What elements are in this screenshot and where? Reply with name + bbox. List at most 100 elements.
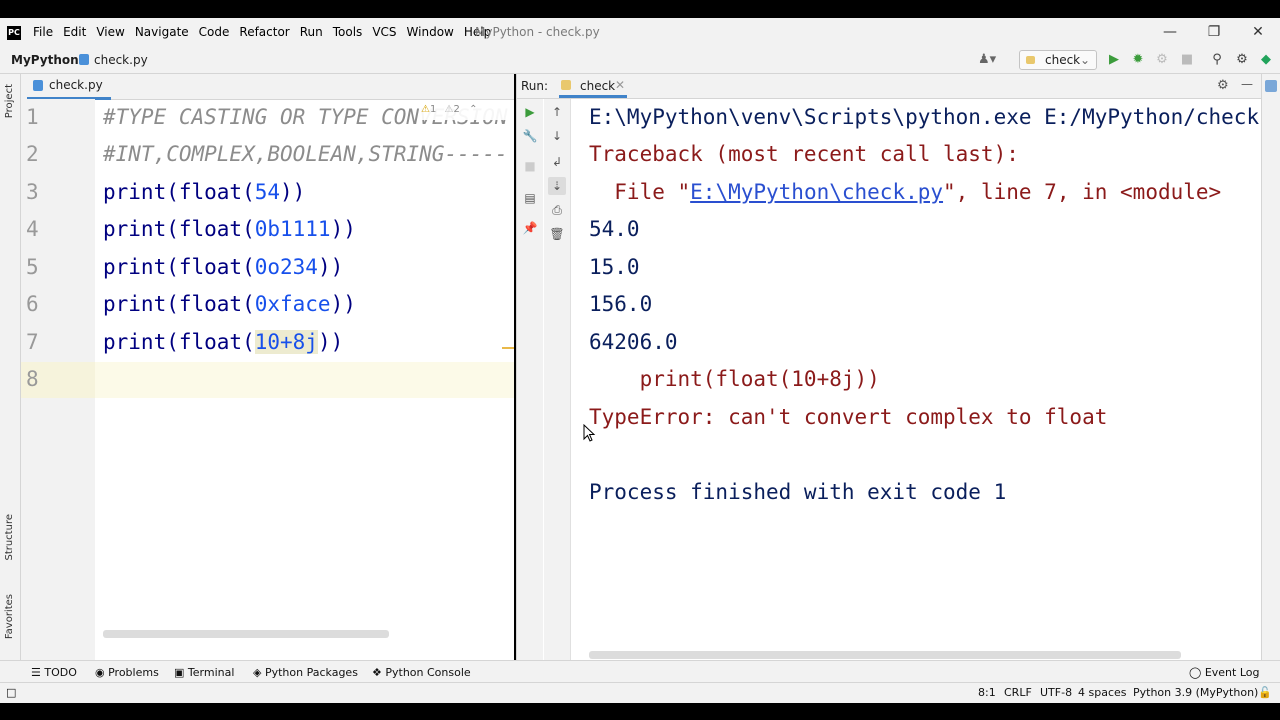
code-text: print(float( [103, 180, 255, 204]
menu-view[interactable]: View [96, 25, 124, 39]
chevron-up-icon[interactable]: ⌃ [469, 104, 477, 115]
run-icon[interactable]: ▶ [1105, 51, 1123, 69]
layout-icon[interactable]: ▤ [521, 189, 539, 207]
run-toolbar-secondary: ↑ ↓ ↲ ⇣ ⎙ 🗑 [544, 99, 571, 660]
lock-icon[interactable]: 🔓 [1258, 686, 1272, 699]
code-text: print(float( [103, 330, 255, 354]
console-traceback: Traceback (most recent call last): [589, 142, 1019, 166]
inspection-widget[interactable]: ⚠1 ⚠2 ⌃ [421, 104, 511, 120]
scm-icon[interactable] [1265, 80, 1277, 92]
menu-code[interactable]: Code [199, 25, 230, 39]
code-line-5[interactable]: print(float(0o234)) [103, 255, 343, 279]
trash-icon[interactable]: 🗑 [548, 225, 566, 243]
minimize-icon[interactable]: — [1160, 22, 1180, 42]
code-line-3[interactable]: print(float(54)) [103, 180, 305, 204]
main-menu: File Edit View Navigate Code Refactor Ru… [33, 25, 501, 39]
coverage-icon[interactable]: ⚙ [1153, 51, 1171, 69]
menu-refactor[interactable]: Refactor [239, 25, 289, 39]
indent-setting[interactable]: 4 spaces [1078, 686, 1127, 699]
python-config-icon [1026, 56, 1035, 64]
stop-icon[interactable]: ■ [521, 157, 539, 175]
problems-tab[interactable]: ◉ Problems [95, 666, 159, 679]
code-text: print(float( [103, 292, 255, 316]
problems-label: Problems [108, 666, 159, 679]
debug-icon[interactable]: ✹ [1129, 51, 1147, 69]
problems-icon: ◉ [95, 666, 105, 679]
chevron-down-icon: ⌄ [1080, 53, 1091, 67]
status-bar: □ 8:1 CRLF UTF-8 4 spaces Python 3.9 (My… [0, 682, 1280, 703]
line-number: 7 [26, 330, 39, 354]
soft-wrap-icon[interactable]: ↲ [548, 153, 566, 171]
stop-icon[interactable]: ■ [1178, 51, 1196, 69]
code-line-4[interactable]: print(float(0b1111)) [103, 217, 356, 241]
favorites-tool-tab[interactable]: Favorites [4, 594, 15, 639]
terminal-tab[interactable]: ▣ Terminal [174, 666, 234, 679]
python-console-tab[interactable]: ❖ Python Console [372, 666, 471, 679]
scroll-to-end-icon[interactable]: ⇣ [548, 177, 566, 195]
wrench-icon[interactable]: 🔧 [521, 127, 539, 145]
line-separator[interactable]: CRLF [1004, 686, 1032, 699]
code-line-7[interactable]: print(float(10+8j)) [103, 330, 343, 354]
toggle-panels-icon[interactable]: □ [6, 686, 16, 699]
editor-tab-check[interactable]: check.py [27, 74, 111, 100]
restore-icon[interactable]: ❐ [1204, 22, 1224, 42]
code-line-6[interactable]: print(float(0xface)) [103, 292, 356, 316]
event-log-tab[interactable]: ◯ Event Log [1189, 666, 1259, 679]
menu-navigate[interactable]: Navigate [135, 25, 189, 39]
code-line-2[interactable]: #INT,COMPLEX,BOOLEAN,STRING----- [103, 142, 508, 166]
file-link[interactable]: E:\MyPython\check.py [690, 180, 943, 204]
settings-icon[interactable]: ⚙ [1217, 78, 1229, 93]
search-icon[interactable]: ⚲ [1208, 51, 1226, 69]
console-exit-message: Process finished with exit code 1 [589, 480, 1007, 504]
code-text: )) [317, 255, 344, 279]
file-encoding[interactable]: UTF-8 [1040, 686, 1072, 699]
console-command: E:\MyPython\venv\Scripts\python.exe E:/M… [589, 105, 1260, 129]
python-file-icon [33, 80, 43, 91]
line-number: 4 [26, 217, 39, 241]
run-tab-check[interactable]: check [580, 79, 615, 93]
python-packages-tab[interactable]: ◈ Python Packages [253, 666, 358, 679]
current-line-highlight [95, 362, 514, 398]
terminal-icon: ▣ [174, 666, 185, 679]
menu-run[interactable]: Run [300, 25, 323, 39]
code-text: )) [330, 217, 356, 241]
warning-icon: ⚠ [421, 104, 430, 115]
todo-tab[interactable]: ☰ TODO [31, 666, 77, 679]
print-icon[interactable]: ⎙ [548, 201, 566, 219]
line-number: 6 [26, 292, 39, 316]
run-config-label: check [1045, 53, 1081, 67]
run-configuration-select[interactable]: check ⌄ [1019, 50, 1097, 70]
editor-tab-label: check.py [49, 78, 103, 92]
python-icon: ❖ [372, 666, 382, 679]
menu-file[interactable]: File [33, 25, 53, 39]
python-interpreter[interactable]: Python 3.9 (MyPython) [1133, 686, 1258, 699]
console-label: Python Console [385, 666, 471, 679]
close-icon[interactable]: ✕ [1248, 22, 1268, 42]
pin-icon[interactable]: 📌 [521, 219, 539, 237]
menu-vcs[interactable]: VCS [372, 25, 396, 39]
breadcrumb-file[interactable]: check.py [94, 53, 148, 67]
arrow-up-icon[interactable]: ↑ [548, 103, 566, 121]
plugin-icon[interactable]: ◆ [1257, 51, 1275, 69]
caret-position[interactable]: 8:1 [978, 686, 996, 699]
code-text: )) [330, 292, 356, 316]
arrow-down-icon[interactable]: ↓ [548, 127, 566, 145]
python-file-icon [79, 54, 89, 65]
settings-icon[interactable]: ⚙ [1233, 51, 1251, 69]
hide-icon[interactable]: — [1241, 77, 1253, 91]
console-output[interactable]: E:\MyPython\venv\Scripts\python.exe E:/M… [572, 99, 1260, 639]
horizontal-scrollbar[interactable] [103, 630, 389, 638]
menu-tools[interactable]: Tools [333, 25, 363, 39]
breadcrumb-project[interactable]: MyPython [11, 53, 79, 67]
menu-edit[interactable]: Edit [63, 25, 86, 39]
structure-tool-tab[interactable]: Structure [4, 514, 15, 561]
code-text: )) [280, 180, 306, 204]
close-tab-icon[interactable]: ✕ [615, 78, 625, 92]
rerun-icon[interactable]: ▶ [521, 103, 539, 121]
user-icon[interactable]: ♟▾ [978, 51, 996, 69]
warning-count: 1 [429, 104, 437, 115]
console-horizontal-scrollbar[interactable] [589, 651, 1181, 659]
project-tool-tab[interactable]: Project [4, 84, 15, 118]
menu-window[interactable]: Window [407, 25, 454, 39]
console-output-line: 15.0 [589, 255, 640, 279]
